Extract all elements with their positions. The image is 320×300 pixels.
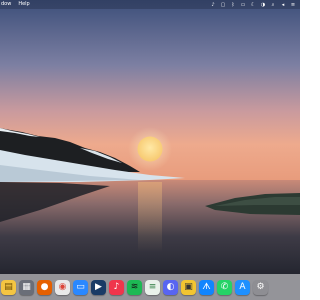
desktop-wallpaper (0, 0, 300, 274)
chrome-app-icon[interactable]: ◉ (55, 279, 70, 295)
app-store-app-icon[interactable]: A (235, 279, 250, 295)
control-center-icon[interactable]: ◑ (260, 2, 266, 8)
menu-bar: dow Help ♪ ▢ ᛒ ▭ ☾ ◑ ⌕ ◂ ≡ (0, 0, 300, 9)
spotify-app-icon[interactable]: ≋ (127, 279, 142, 295)
prime-video-app-icon[interactable]: ▶ (91, 279, 106, 295)
volume-icon[interactable]: ◂ (280, 2, 286, 8)
sun (137, 136, 163, 162)
firefox-app-icon[interactable]: ● (37, 279, 52, 295)
bluetooth-icon[interactable]: ᛒ (230, 2, 236, 8)
music-status-icon[interactable]: ♪ (210, 2, 216, 8)
discord-app-icon[interactable]: ◐ (163, 279, 178, 295)
dock: ▤ ▦ ● ◉ ▭ ▶ ♪ ≋ ≡ ◐ ▣ ᗑ ✆ A ⚙ (0, 274, 300, 300)
system-settings-app-icon[interactable]: ⚙ (253, 279, 268, 295)
game-app-icon[interactable]: ▣ (181, 279, 196, 295)
menu-window[interactable]: dow (1, 0, 11, 9)
menu-help[interactable]: Help (18, 0, 29, 9)
launchpad-app-icon[interactable]: ▦ (19, 279, 34, 295)
focus-moon-icon[interactable]: ☾ (250, 2, 256, 8)
display-icon[interactable]: ▭ (240, 2, 246, 8)
lock-icon[interactable]: ▢ (220, 2, 226, 8)
bluesky-app-icon[interactable]: ᗑ (199, 279, 214, 295)
sublime-app-icon[interactable]: ≡ (145, 279, 160, 295)
notes-app-icon[interactable]: ▤ (1, 279, 16, 295)
whatsapp-app-icon[interactable]: ✆ (217, 279, 232, 295)
search-icon[interactable]: ⌕ (270, 2, 276, 8)
messages-app-icon[interactable]: ▭ (73, 279, 88, 295)
menu-icon[interactable]: ≡ (290, 2, 296, 8)
music-app-icon[interactable]: ♪ (109, 279, 124, 295)
